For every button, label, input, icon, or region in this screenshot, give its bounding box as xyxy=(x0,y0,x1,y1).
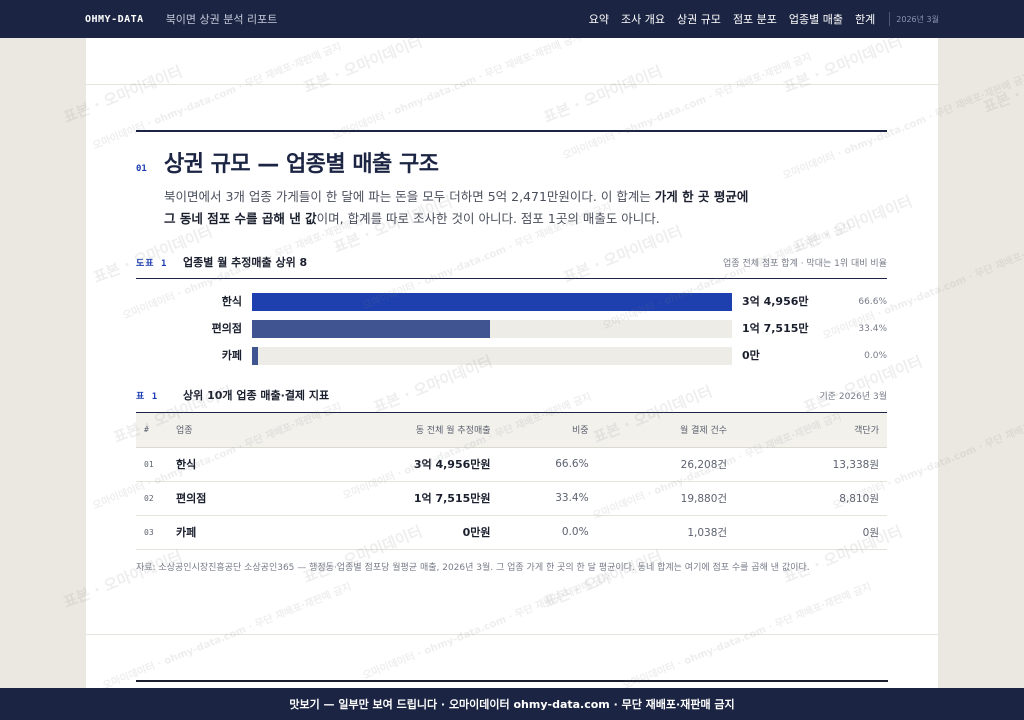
table-header-row: # 업종 동 전체 월 추정매출 비중 월 결제 건수 객단가 xyxy=(136,413,887,448)
divider xyxy=(86,84,938,85)
next-section-rule xyxy=(136,680,888,682)
cell-industry: 한식 xyxy=(176,447,266,482)
cell-sales: 3억 4,956만원 xyxy=(265,447,491,482)
cell-unit-price: 8,810원 xyxy=(727,481,887,516)
section-title: 상권 규모 — 업종별 매출 구조 xyxy=(164,152,439,177)
source-note: 자료: 소상공인시장진흥공단 소상공인365 — 행정동·업종별 점포당 월평균… xyxy=(136,562,810,573)
section-rule xyxy=(136,130,887,132)
bar-chart: 한식 3억 4,956만 66.6% 편의점 1억 7,515만 33.4% 카페 0만 0.0… xyxy=(136,279,887,371)
bar-share-label: 33.4% xyxy=(858,324,887,334)
nav-link-market-size[interactable]: 상권 규모 xyxy=(677,11,721,27)
col-header-rank: # xyxy=(136,413,176,448)
table-number: 표 1 xyxy=(136,392,159,402)
lede-text: 이며, 합계를 따로 조사한 것이 아니다. 점포 1곳의 매출도 아니다. xyxy=(316,211,660,226)
table-row: 01 한식 3억 4,956만원 66.6% 26,208건 13,338원 xyxy=(136,447,887,482)
bar-category-label: 카페 xyxy=(221,349,242,362)
table-title: 상위 10개 업종 매출·결제 지표 xyxy=(183,389,330,402)
bar-value-label: 0만 xyxy=(742,349,760,362)
figure-header: 도표 1 업종별 월 추정매출 상위 8 업종 전체 점포 합계 · 막대는 1… xyxy=(136,254,887,279)
col-header-sales: 동 전체 월 추정매출 xyxy=(265,413,491,448)
section-number: 01 xyxy=(136,164,147,174)
bar-row: 한식 3억 4,956만 66.6% xyxy=(136,293,887,311)
nav-link-overview[interactable]: 조사 개요 xyxy=(621,11,665,27)
bar-value-label: 3억 4,956만 xyxy=(742,295,809,308)
section-market-size: 01 상권 규모 — 업종별 매출 구조 북이면에서 3개 업종 가게들이 한 … xyxy=(136,130,887,576)
cell-unit-price: 13,338원 xyxy=(727,447,887,482)
bar-row: 카페 0만 0.0% xyxy=(136,347,887,365)
nav-link-store-distribution[interactable]: 점포 분포 xyxy=(733,11,777,27)
figure-note: 업종 전체 점포 합계 · 막대는 1위 대비 비율 xyxy=(723,259,887,269)
preview-banner: 맛보기 — 일부만 보여 드립니다 · 오마이데이터 ohmy-data.com… xyxy=(0,688,1024,720)
figure-title: 업종별 월 추정매출 상위 8 xyxy=(183,256,308,269)
bar-track xyxy=(252,293,732,311)
industry-sales-table: # 업종 동 전체 월 추정매출 비중 월 결제 건수 객단가 01 한식 3억… xyxy=(136,413,887,550)
cell-share: 0.0% xyxy=(490,515,589,550)
lede-text: 북이면에서 3개 업종 가게들이 한 달에 파는 돈을 모두 더하면 5억 2,… xyxy=(164,189,655,204)
nav-link-limitations[interactable]: 한계 xyxy=(855,11,875,27)
bar-share-label: 0.0% xyxy=(864,351,887,361)
bar-category-label: 한식 xyxy=(221,295,242,308)
table-row: 03 카페 0만원 0.0% 1,038건 0원 xyxy=(136,515,887,550)
bar-value-label: 1억 7,515만 xyxy=(742,322,809,335)
cell-rank: 02 xyxy=(136,481,176,516)
col-header-unit-price: 객단가 xyxy=(727,413,887,448)
cell-sales: 1억 7,515만원 xyxy=(265,481,491,516)
table-row: 02 편의점 1억 7,515만원 33.4% 19,880건 8,810원 xyxy=(136,481,887,516)
col-header-industry: 업종 xyxy=(176,413,266,448)
report-date: 2026년 3월 xyxy=(896,14,939,24)
cell-sales: 0만원 xyxy=(265,515,491,550)
cell-industry: 편의점 xyxy=(176,481,266,516)
cell-share: 33.4% xyxy=(490,481,589,516)
table-header: 표 1 상위 10개 업종 매출·결제 지표 기준 2026년 3월 xyxy=(136,387,887,413)
cell-industry: 카페 xyxy=(176,515,266,550)
cell-count: 1,038건 xyxy=(588,515,728,550)
cell-rank: 03 xyxy=(136,515,176,550)
bar-track xyxy=(252,347,732,365)
cell-rank: 01 xyxy=(136,447,176,482)
bar-row: 편의점 1억 7,515만 33.4% xyxy=(136,320,887,338)
lede-emphasis: 그 동네 점포 수를 곱해 낸 값 xyxy=(164,211,317,226)
cell-count: 19,880건 xyxy=(588,481,728,516)
section-lede: 북이면에서 3개 업종 가게들이 한 달에 파는 돈을 모두 더하면 5억 2,… xyxy=(164,186,824,230)
bar xyxy=(252,293,732,311)
bar-track xyxy=(252,320,732,338)
divider xyxy=(86,634,938,635)
nav-divider xyxy=(889,12,891,26)
brand-logo[interactable]: OHMY-DATA xyxy=(85,14,144,25)
nav-link-summary[interactable]: 요약 xyxy=(589,11,609,27)
bar-category-label: 편의점 xyxy=(211,322,242,335)
bar xyxy=(252,347,258,365)
cell-share: 66.6% xyxy=(490,447,589,482)
col-header-share: 비중 xyxy=(490,413,589,448)
bar xyxy=(252,320,490,338)
section-nav: 요약 조사 개요 상권 규모 점포 분포 업종별 매출 한계 2026년 3월 xyxy=(589,11,939,27)
nav-link-sales-by-industry[interactable]: 업종별 매출 xyxy=(789,11,843,27)
bar-share-label: 66.6% xyxy=(858,297,887,307)
report-name: 북이면 상권 분석 리포트 xyxy=(165,13,278,26)
lede-emphasis: 가게 한 곳 평균에 xyxy=(654,189,749,204)
cell-unit-price: 0원 xyxy=(727,515,887,550)
cell-count: 26,208건 xyxy=(588,447,728,482)
report-page: 01 상권 규모 — 업종별 매출 구조 북이면에서 3개 업종 가게들이 한 … xyxy=(86,38,938,688)
table-note: 기준 2026년 3월 xyxy=(819,392,887,402)
col-header-count: 월 결제 건수 xyxy=(588,413,728,448)
figure-number: 도표 1 xyxy=(136,259,168,269)
watermark-text: 표본 · 오마이데이터 xyxy=(980,52,1024,117)
top-navbar: OHMY-DATA 북이면 상권 분석 리포트 요약 조사 개요 상권 규모 점… xyxy=(0,0,1024,38)
